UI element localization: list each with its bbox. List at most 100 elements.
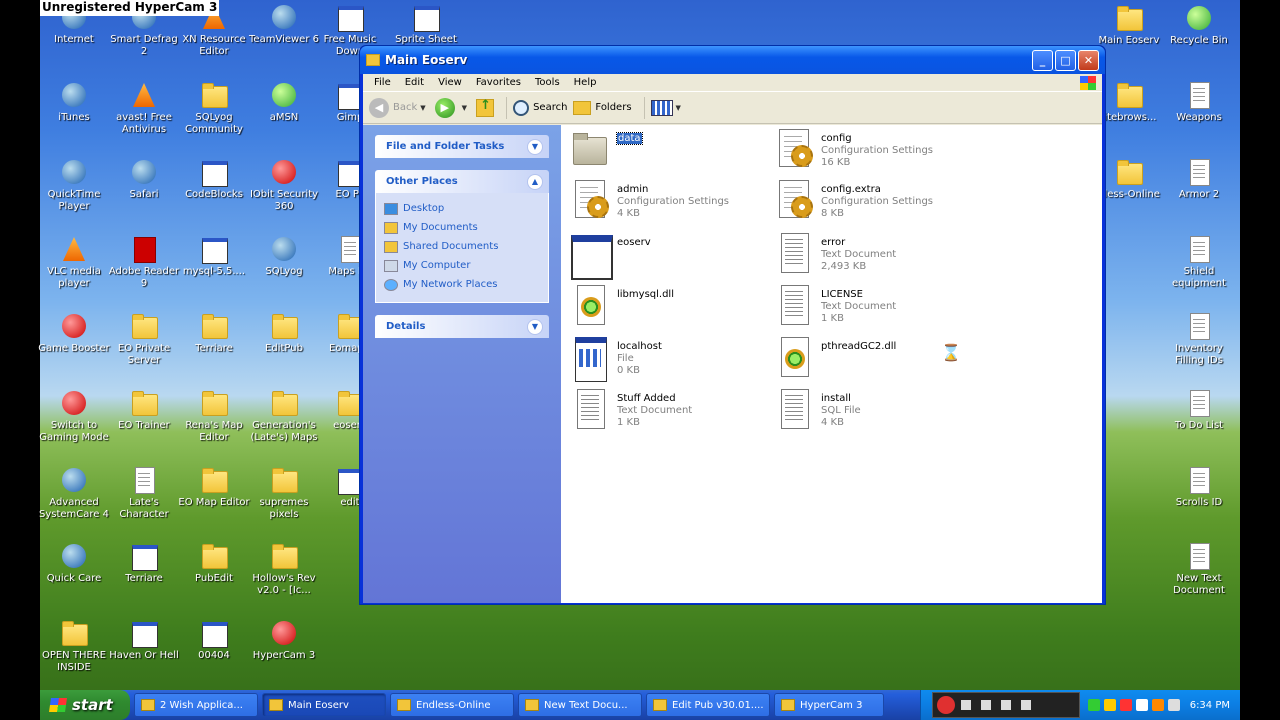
details-header[interactable]: Details ▼ [375,315,549,338]
forward-dropdown-icon[interactable]: ▼ [462,104,467,112]
desktop-icon[interactable]: Rena's Map Editor [176,388,252,444]
file-folder-tasks-header[interactable]: File and Folder Tasks ▼ [375,135,549,158]
desktop-icon[interactable]: mysql-5.5.... [176,234,252,278]
file-item[interactable]: localhost File 0 KB [569,335,769,383]
file-item[interactable]: config Configuration Settings 16 KB [773,127,973,175]
desktop-icon[interactable]: EditPub [246,311,322,355]
desktop-icon[interactable]: Terriare [176,311,252,355]
clock[interactable]: 6:34 PM [1190,700,1230,711]
taskbar-item-new-text-document[interactable]: New Text Docu... [518,693,642,717]
close-button[interactable]: ✕ [1078,49,1099,71]
desktop-icon[interactable]: Shield equipment [1161,234,1237,290]
back-dropdown-icon[interactable]: ▼ [420,104,425,112]
file-item[interactable]: pthreadGC2.dll [773,335,973,383]
chevron-up-icon[interactable]: ▲ [527,173,543,190]
desktop-icon[interactable]: Quick Care [36,541,112,585]
back-button[interactable]: ◀ Back ▼ [369,97,429,118]
desktop-icon[interactable]: supremes pixels [246,465,322,521]
desktop-icon[interactable]: Switch to Gaming Mode [36,388,112,444]
desktop-icon[interactable]: Late's Character [106,465,182,521]
desktop-icon[interactable]: Adobe Reader 9 [106,234,182,290]
desktop-icon[interactable]: Safari [106,157,182,201]
taskbar-item-edit-pub[interactable]: Edit Pub v30.01.... [646,693,770,717]
desktop-icon[interactable]: EO Map Editor [176,465,252,509]
desktop-icon[interactable]: iTunes [36,80,112,124]
menu-view[interactable]: View [431,77,469,88]
forward-button[interactable]: ▶ ▼ [434,97,470,118]
desktop-icon[interactable]: avast! Free Antivirus [106,80,182,136]
tray-security-icon[interactable] [1103,699,1116,711]
desktop-icon[interactable]: Scrolls ID [1161,465,1237,509]
place-my-documents[interactable]: My Documents [384,218,540,237]
file-item[interactable]: Stuff Added Text Document 1 KB [569,387,769,435]
desktop-icon[interactable]: Sprite Sheet [388,2,464,46]
folders-button[interactable]: Folders [573,100,632,115]
window-titlebar[interactable]: Main Eoserv _ □ ✕ [360,46,1105,74]
place-shared-documents[interactable]: Shared Documents [384,237,540,256]
desktop-icon[interactable]: EO Private Server [106,311,182,367]
maximize-button[interactable]: □ [1055,49,1076,71]
screenshot-icon[interactable] [1001,700,1011,710]
desktop-icon[interactable]: Recycle Bin [1161,3,1237,47]
tray-defrag-icon[interactable] [1135,699,1148,711]
menu-edit[interactable]: Edit [398,77,431,88]
place-my-network-places[interactable]: My Network Places [384,275,540,294]
desktop-icon[interactable]: Advanced SystemCare 4 [36,465,112,521]
explorer-window[interactable]: Main Eoserv _ □ ✕ File Edit View Favorit… [359,45,1106,605]
desktop-icon[interactable]: Game Booster [36,311,112,355]
search-button[interactable]: Search [513,99,567,116]
desktop-icon[interactable]: EO Trainer [106,388,182,432]
desktop-icon[interactable]: IObit Security 360 [246,157,322,213]
desktop-icon[interactable]: aMSN [246,80,322,124]
desktop-icon[interactable]: Terriare [106,541,182,585]
menu-help[interactable]: Help [567,77,604,88]
taskbar-item-hypercam[interactable]: HyperCam 3 [774,693,884,717]
pause-icon[interactable] [981,700,991,710]
desktop-icon[interactable]: VLC media player [36,234,112,290]
desktop-icon[interactable]: SQLyog Community [176,80,252,136]
desktop-icon[interactable]: CodeBlocks [176,157,252,201]
desktop-icon[interactable]: PubEdit [176,541,252,585]
start-button[interactable]: start [40,690,130,720]
views-dropdown-icon[interactable]: ▼ [676,104,681,112]
up-folder-button[interactable] [476,98,495,117]
views-button[interactable]: ▼ [650,99,684,116]
tray-network-icon[interactable] [1087,699,1100,711]
tray-iobit-icon[interactable] [1119,699,1132,711]
record-icon[interactable] [937,696,955,714]
taskbar-item-endless-online[interactable]: Endless-Online [390,693,514,717]
desktop-icon[interactable]: Weapons [1161,80,1237,124]
desktop-icon[interactable]: Hollow's Rev v2.0 - [Ic... [246,541,322,597]
file-item[interactable]: config.extra Configuration Settings 8 KB [773,178,973,226]
desktop-icon[interactable]: 00404 [176,618,252,662]
desktop-icon[interactable]: Inventory Filling IDs [1161,311,1237,367]
chevron-down-icon[interactable]: ▼ [527,318,543,335]
menu-file[interactable]: File [367,77,398,88]
place-my-computer[interactable]: My Computer [384,256,540,275]
desktop-icon[interactable]: QuickTime Player [36,157,112,213]
stop-icon[interactable] [961,700,971,710]
desktop-icon[interactable]: HyperCam 3 [246,618,322,662]
taskbar-item-main-eoserv[interactable]: Main Eoserv [262,693,386,717]
file-item[interactable]: eoserv [569,231,769,280]
desktop-icon[interactable]: SQLyog [246,234,322,278]
menu-favorites[interactable]: Favorites [469,77,528,88]
desktop-icon[interactable]: Generation's (Late's) Maps [246,388,322,444]
desktop-icon[interactable]: New Text Document [1161,541,1237,597]
file-item[interactable]: error Text Document 2,493 KB [773,231,973,279]
desktop-icon[interactable]: OPEN THERE INSIDE [36,618,112,674]
file-item[interactable]: data [569,127,769,175]
minimize-button[interactable]: _ [1032,49,1053,71]
place-desktop[interactable]: Desktop [384,199,540,218]
desktop-icon[interactable]: Armor 2 [1161,157,1237,201]
desktop-icon[interactable]: Main Eoserv [1091,3,1167,47]
menu-tools[interactable]: Tools [528,77,567,88]
file-item[interactable]: LICENSE Text Document 1 KB [773,283,973,331]
other-places-header[interactable]: Other Places ▲ [375,170,549,193]
taskbar-item-wish[interactable]: 2 Wish Applica... [134,693,258,717]
tray-volume-icon[interactable] [1167,699,1180,711]
file-item[interactable]: admin Configuration Settings 4 KB [569,178,769,226]
tray-avast-icon[interactable] [1151,699,1164,711]
settings-icon[interactable] [1021,700,1031,710]
chevron-down-icon[interactable]: ▼ [527,138,543,155]
